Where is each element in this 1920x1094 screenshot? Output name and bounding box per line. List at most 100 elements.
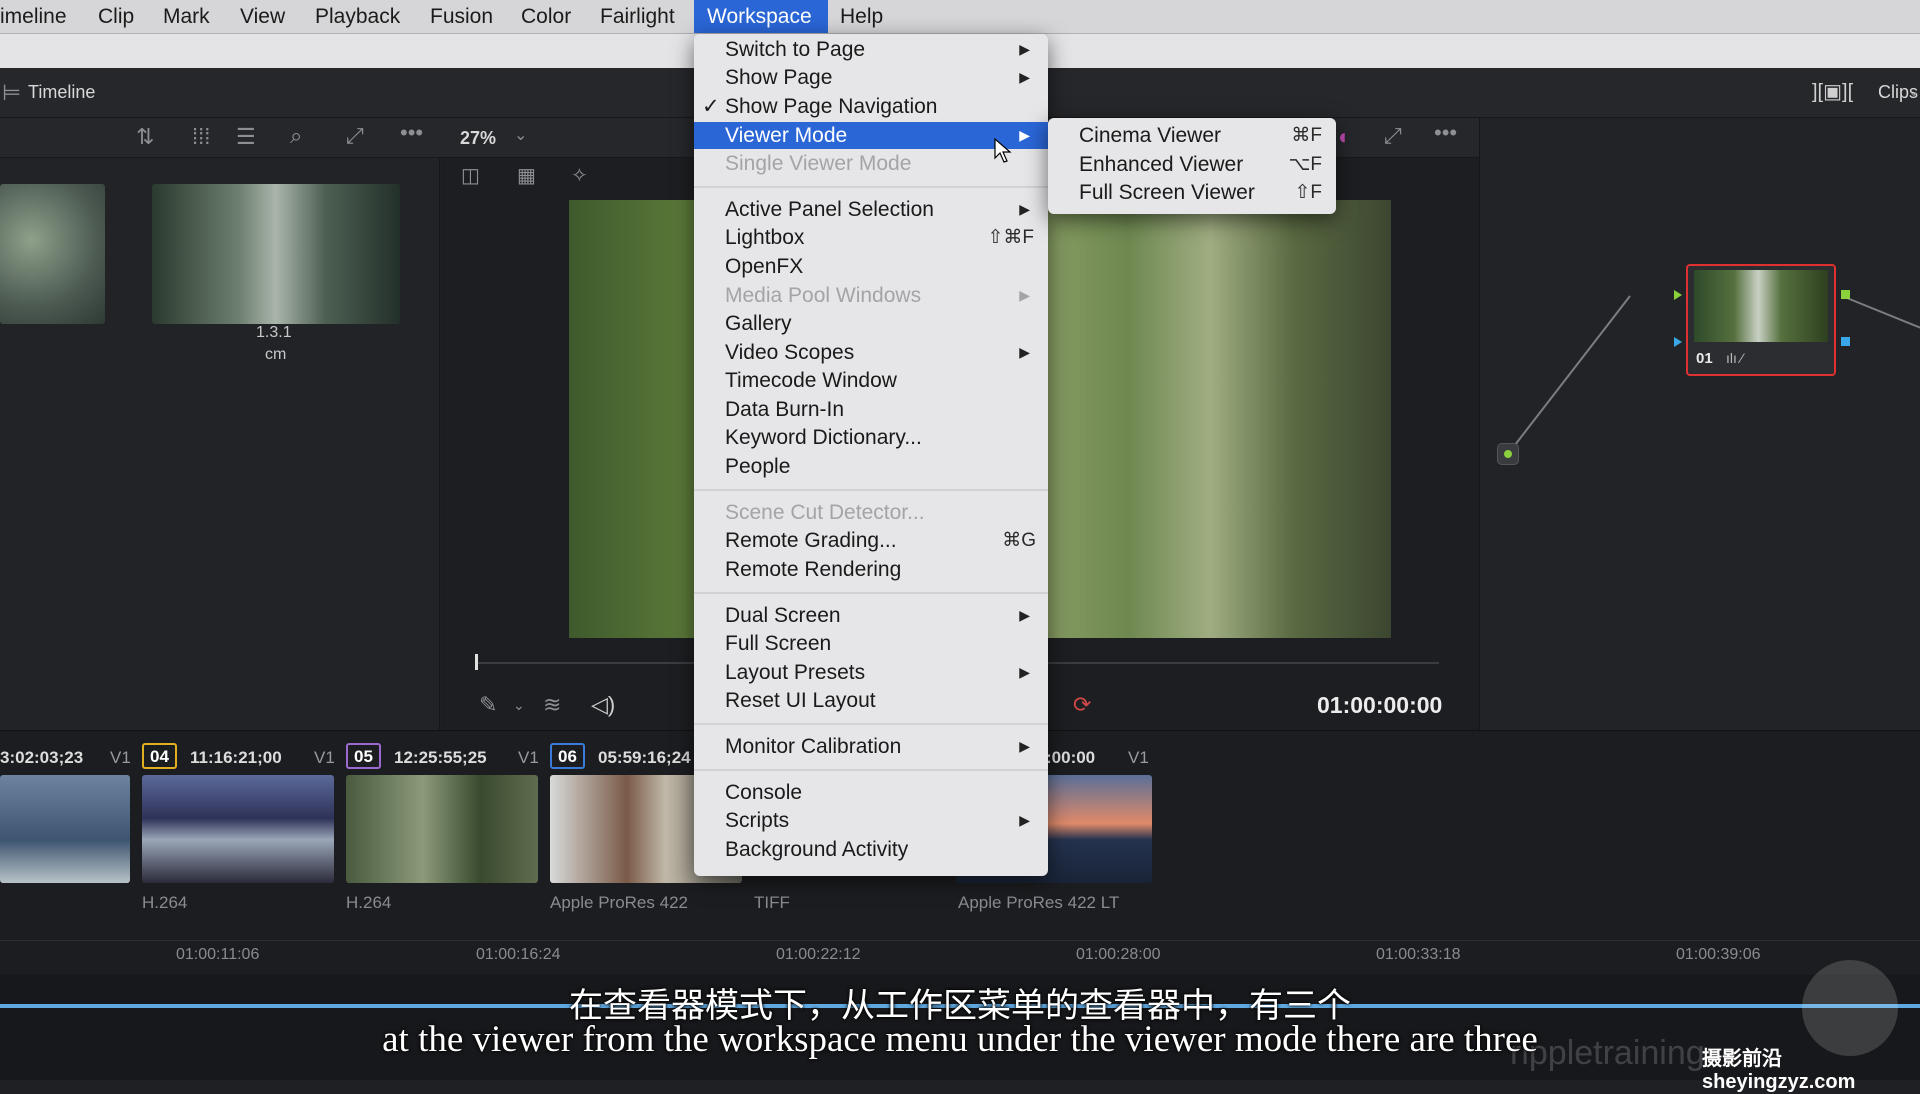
clip-thumbnail-lilypads[interactable] — [0, 184, 105, 324]
menu-item-reset-ui-layout[interactable]: Reset UI Layout — [694, 687, 1048, 714]
menu-item-label: Show Page — [725, 66, 833, 89]
clips-icon[interactable]: ][▣][ — [1812, 82, 1853, 102]
menu-item-console[interactable]: Console — [694, 779, 1048, 806]
menu-item-label: Remote Grading... — [725, 529, 897, 552]
submenu-arrow-icon: ▶ — [1019, 127, 1030, 143]
menu-playback[interactable]: Playback — [303, 0, 412, 33]
node-editor: 01 ılı ⁄ — [1479, 118, 1920, 730]
eyedropper-icon[interactable]: ✎ — [479, 694, 497, 716]
search-icon[interactable]: ⌕ — [290, 125, 302, 147]
menu-item-label: Console — [725, 781, 803, 804]
menu-item-media-pool-windows: Media Pool Windows ▶ — [694, 282, 1048, 309]
single-viewer-icon[interactable]: ◫ — [461, 166, 480, 186]
submenu-item-enhanced-viewer[interactable]: Enhanced Viewer ⌥F — [1048, 151, 1336, 178]
menu-fusion[interactable]: Fusion — [418, 0, 505, 33]
menu-item-openfx[interactable]: OpenFX — [694, 253, 1048, 280]
menu-item-label: Switch to Page — [725, 38, 866, 61]
menu-item-people[interactable]: People — [694, 453, 1048, 480]
viewer-options-icon[interactable]: ••• — [1434, 122, 1457, 144]
menu-view[interactable]: View — [228, 0, 297, 33]
checkmark-icon: ✓ — [702, 95, 720, 118]
clip-track-03: V1 — [110, 748, 131, 767]
menu-item-label: Remote Rendering — [725, 558, 902, 581]
clip-timecode-05: 12:25:55;25 — [394, 748, 487, 767]
menu-item-keyword-dictionary[interactable]: Keyword Dictionary... — [694, 424, 1048, 451]
layers-icon[interactable]: ≋ — [543, 694, 561, 716]
menu-separator — [694, 592, 1048, 594]
node-connections — [1507, 295, 1920, 455]
zoom-level[interactable]: 27% — [460, 128, 496, 149]
menu-item-label: Lightbox — [725, 226, 805, 249]
menu-item-video-scopes[interactable]: Video Scopes ▶ — [694, 339, 1048, 366]
menu-item-scripts[interactable]: Scripts ▶ — [694, 807, 1048, 834]
mouse-cursor-icon — [994, 138, 1012, 163]
source-input-node[interactable] — [1497, 443, 1519, 465]
timeline-clip-05[interactable] — [346, 775, 538, 883]
submenu-arrow-icon: ▶ — [1019, 201, 1030, 217]
menu-item-switch-to-page[interactable]: Switch to Page ▶ — [694, 36, 1048, 63]
menu-item-label: Keyword Dictionary... — [725, 426, 922, 449]
fullscreen-icon[interactable]: ⤢ — [1384, 125, 1402, 147]
chevron-down-icon[interactable]: ⌄ — [1908, 84, 1920, 98]
menu-item-show-page-navigation[interactable]: ✓ Show Page Navigation — [694, 93, 1048, 120]
loop-icon[interactable]: ⟳ — [1073, 694, 1091, 716]
timeline-clip-03[interactable] — [0, 775, 130, 883]
menu-item-background-activity[interactable]: Background Activity — [694, 836, 1048, 863]
menu-separator — [694, 186, 1048, 188]
submenu-arrow-icon: ▶ — [1019, 738, 1030, 754]
sort-icon[interactable]: ⇅ — [136, 126, 154, 148]
submenu-item-cinema-viewer[interactable]: Cinema Viewer ⌘F — [1048, 122, 1336, 149]
clip-codec-04: H.264 — [142, 893, 188, 912]
menu-item-remote-rendering[interactable]: Remote Rendering — [694, 556, 1048, 583]
clip-timecode-03: 3:02:03;23 — [0, 748, 84, 767]
menu-item-monitor-calibration[interactable]: Monitor Calibration ▶ — [694, 733, 1048, 760]
submenu-arrow-icon: ▶ — [1019, 287, 1030, 303]
menu-item-label: Dual Screen — [725, 604, 841, 627]
clip-number-04: 04 — [142, 743, 177, 769]
more-options-icon[interactable]: ••• — [400, 122, 423, 144]
eyedropper-chevron-icon[interactable]: ⌄ — [513, 698, 525, 712]
clip-codec-07: TIFF — [754, 893, 790, 912]
menu-item-data-burn-in[interactable]: Data Burn-In — [694, 396, 1048, 423]
menu-bar: imeline Clip Mark View Playback Fusion C… — [0, 0, 1920, 34]
clip-timecode-08: :00:00 — [1046, 748, 1096, 767]
menu-item-layout-presets[interactable]: Layout Presets ▶ — [694, 659, 1048, 686]
menu-workspace[interactable]: Workspace — [694, 0, 828, 33]
grid-view-icon[interactable]: ⁞⁞⁞ — [192, 126, 210, 148]
clip-codec-08: Apple ProRes 422 LT — [958, 893, 1120, 912]
playhead[interactable] — [475, 654, 478, 670]
menu-fairlight[interactable]: Fairlight — [588, 0, 687, 33]
zoom-chevron-icon[interactable]: ⌄ — [514, 128, 527, 144]
menu-mark[interactable]: Mark — [151, 0, 222, 33]
menu-item-label: OpenFX — [725, 255, 804, 278]
timeline-ruler[interactable] — [0, 940, 1920, 974]
magic-wand-icon[interactable]: ✧ — [571, 166, 588, 186]
volume-icon[interactable]: ◁) — [591, 694, 615, 716]
menu-item-lightbox[interactable]: Lightbox ⇧⌘F — [694, 224, 1048, 251]
menu-clip[interactable]: Clip — [86, 0, 146, 33]
color-circle-icon[interactable]: ◐ — [1338, 126, 1351, 148]
menu-item-dual-screen[interactable]: Dual Screen ▶ — [694, 602, 1048, 629]
menu-item-full-screen[interactable]: Full Screen — [694, 630, 1048, 657]
menu-help[interactable]: Help — [828, 0, 895, 33]
menu-item-label: Data Burn-In — [725, 398, 845, 421]
menu-item-timecode-window[interactable]: Timecode Window — [694, 367, 1048, 394]
timeline-panel-icon: ⊨ — [2, 80, 22, 105]
menu-item-remote-grading[interactable]: Remote Grading... ⌘G — [694, 527, 1048, 554]
split-viewer-icon[interactable]: ▦ — [517, 166, 536, 186]
submenu-arrow-icon: ▶ — [1019, 664, 1030, 680]
menu-item-label: Full Screen Viewer — [1079, 181, 1255, 204]
list-view-icon[interactable]: ☰ — [236, 126, 256, 148]
submenu-item-full-screen-viewer[interactable]: Full Screen Viewer ⇧F — [1048, 179, 1336, 206]
menu-color[interactable]: Color — [509, 0, 583, 33]
menu-item-active-panel-selection[interactable]: Active Panel Selection ▶ — [694, 196, 1048, 223]
subtitle-english: at the viewer from the workspace menu un… — [382, 1019, 1538, 1060]
node-rgb-output-icon — [1841, 290, 1850, 299]
menu-item-show-page[interactable]: Show Page ▶ — [694, 64, 1048, 91]
timeline-clip-04[interactable] — [142, 775, 334, 883]
clip-thumbnail-bottle[interactable] — [152, 184, 400, 324]
menu-item-gallery[interactable]: Gallery — [694, 310, 1048, 337]
corrector-node-01[interactable]: 01 ılı ⁄ — [1686, 264, 1836, 376]
menu-timeline[interactable]: imeline — [0, 0, 79, 33]
expand-icon[interactable]: ⤢ — [346, 125, 364, 147]
